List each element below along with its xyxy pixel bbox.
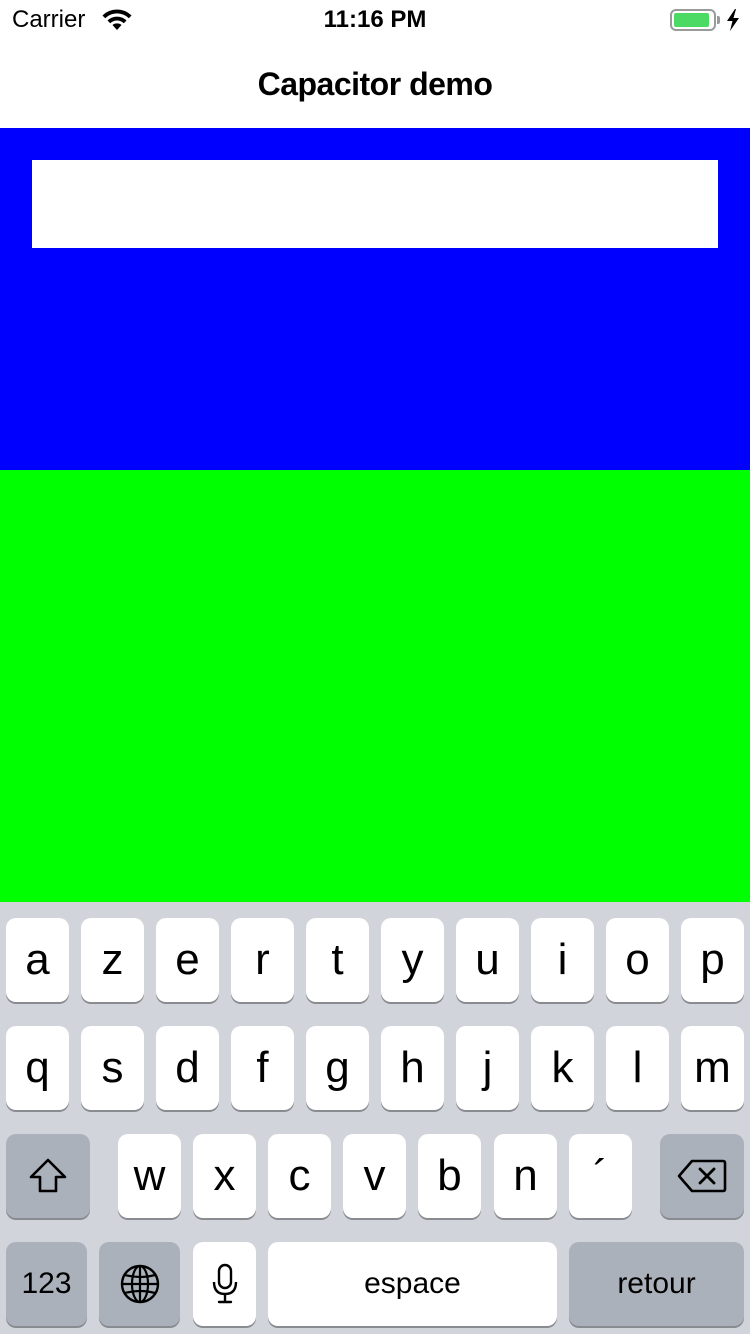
key-f[interactable]: f <box>231 1026 294 1110</box>
key-p[interactable]: p <box>681 918 744 1002</box>
status-bar: Carrier 11:16 PM <box>0 0 750 40</box>
key-d[interactable]: d <box>156 1026 219 1110</box>
battery-icon <box>670 9 720 31</box>
navigation-bar: Capacitor demo <box>0 40 750 128</box>
backspace-key[interactable] <box>660 1134 744 1218</box>
key-e[interactable]: e <box>156 918 219 1002</box>
key-x[interactable]: x <box>193 1134 256 1218</box>
key-acute-accent[interactable]: ´ <box>569 1134 632 1218</box>
space-key[interactable]: espace <box>268 1242 557 1326</box>
globe-icon <box>119 1263 161 1305</box>
return-key[interactable]: retour <box>569 1242 744 1326</box>
charging-bolt-icon <box>725 8 741 32</box>
microphone-key[interactable] <box>193 1242 256 1326</box>
numbers-key[interactable]: 123 <box>6 1242 87 1326</box>
key-g[interactable]: g <box>306 1026 369 1110</box>
shift-icon <box>28 1157 68 1195</box>
key-a[interactable]: a <box>6 918 69 1002</box>
key-l[interactable]: l <box>606 1026 669 1110</box>
backspace-icon <box>677 1158 727 1194</box>
key-y[interactable]: y <box>381 918 444 1002</box>
key-z[interactable]: z <box>81 918 144 1002</box>
key-r[interactable]: r <box>231 918 294 1002</box>
key-k[interactable]: k <box>531 1026 594 1110</box>
key-j[interactable]: j <box>456 1026 519 1110</box>
clock: 11:16 PM <box>323 6 427 33</box>
key-v[interactable]: v <box>343 1134 406 1218</box>
shift-key[interactable] <box>6 1134 90 1218</box>
key-n[interactable]: n <box>494 1134 557 1218</box>
key-u[interactable]: u <box>456 918 519 1002</box>
key-h[interactable]: h <box>381 1026 444 1110</box>
key-q[interactable]: q <box>6 1026 69 1110</box>
key-o[interactable]: o <box>606 918 669 1002</box>
page-title: Capacitor demo <box>257 66 493 102</box>
key-i[interactable]: i <box>531 918 594 1002</box>
microphone-icon <box>210 1262 240 1306</box>
globe-key[interactable] <box>99 1242 180 1326</box>
blue-panel <box>0 128 750 470</box>
key-b[interactable]: b <box>418 1134 481 1218</box>
keyboard: a z e r t y u i o p q s d f g h j k l m … <box>0 902 750 1334</box>
key-s[interactable]: s <box>81 1026 144 1110</box>
green-panel <box>0 470 750 902</box>
text-input[interactable] <box>32 160 718 248</box>
key-w[interactable]: w <box>118 1134 181 1218</box>
key-c[interactable]: c <box>268 1134 331 1218</box>
key-m[interactable]: m <box>681 1026 744 1110</box>
key-t[interactable]: t <box>306 918 369 1002</box>
